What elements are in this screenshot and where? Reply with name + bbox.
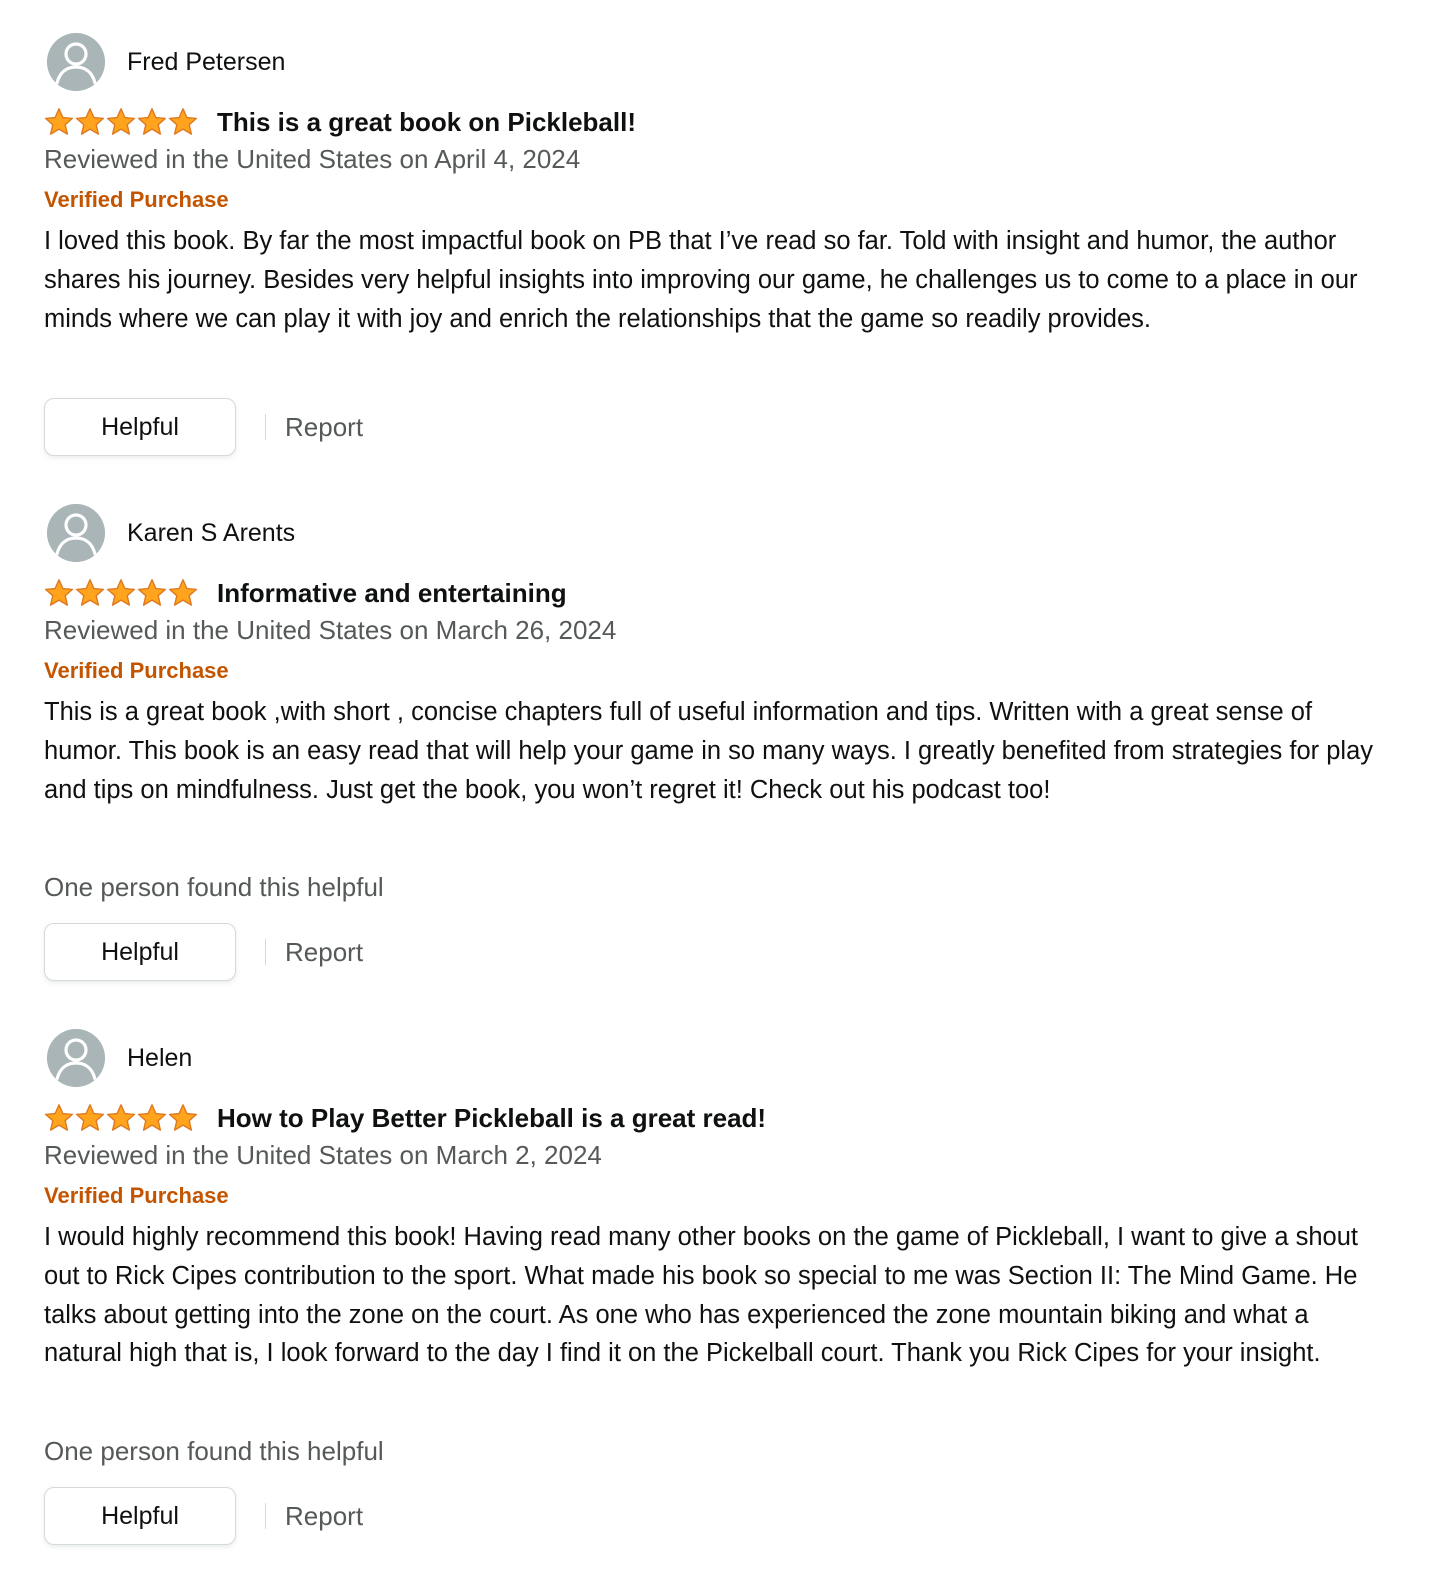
action-divider [265,414,266,440]
review-date: Reviewed in the United States on March 2… [44,1140,602,1170]
star-rating[interactable] [44,1100,199,1136]
action-divider [265,939,266,965]
reviewer-profile[interactable]: Fred Petersen [47,32,285,92]
action-divider [265,1503,266,1529]
verified-purchase-badge[interactable]: Verified Purchase [44,658,229,684]
user-silhouette-icon [47,504,105,562]
review-title-row: This is a great book on Pickleball! [44,104,636,140]
verified-purchase-badge[interactable]: Verified Purchase [44,187,229,213]
review-actions: Helpful Report [44,922,363,982]
reviewer-name[interactable]: Karen S Arents [127,519,295,548]
review-title-row: Informative and entertaining [44,575,567,611]
review-title[interactable]: Informative and entertaining [217,578,567,609]
review-title[interactable]: This is a great book on Pickleball! [217,107,636,138]
helpful-button[interactable]: Helpful [44,923,236,981]
star-icon [137,579,167,606]
helpful-count: One person found this helpful [44,872,384,902]
star-icon [44,108,74,135]
helpful-button[interactable]: Helpful [44,398,236,456]
reviewer-profile[interactable]: Helen [47,1028,192,1088]
user-silhouette-icon [47,33,105,91]
report-link[interactable]: Report [285,412,363,443]
star-icon [75,579,105,606]
star-icon [44,1104,74,1131]
report-link[interactable]: Report [285,937,363,968]
user-silhouette-icon [47,1029,105,1087]
star-icon [168,1104,198,1131]
review-actions: Helpful Report [44,397,363,457]
reviewer-name[interactable]: Fred Petersen [127,48,285,77]
review-title[interactable]: How to Play Better Pickleball is a great… [217,1103,766,1134]
review-date: Reviewed in the United States on March 2… [44,615,617,645]
star-icon [75,1104,105,1131]
review-text: I would highly recommend this book! Havi… [44,1223,1358,1368]
verified-purchase-badge[interactable]: Verified Purchase [44,1183,229,1209]
reviewer-profile[interactable]: Karen S Arents [47,503,295,563]
star-icon [137,108,167,135]
helpful-count: One person found this helpful [44,1436,384,1466]
star-icon [106,108,136,135]
star-icon [75,108,105,135]
review-text: I loved this book. By far the most impac… [44,227,1358,333]
review-actions: Helpful Report [44,1486,363,1546]
star-icon [106,1104,136,1131]
review-title-row: How to Play Better Pickleball is a great… [44,1100,766,1136]
star-icon [168,579,198,606]
star-rating[interactable] [44,104,199,140]
star-icon [106,579,136,606]
report-link[interactable]: Report [285,1501,363,1532]
review-text: This is a great book ,with short , conci… [44,698,1374,804]
reviewer-name[interactable]: Helen [127,1044,192,1073]
helpful-button[interactable]: Helpful [44,1487,236,1545]
star-rating[interactable] [44,575,199,611]
star-icon [137,1104,167,1131]
review-date: Reviewed in the United States on April 4… [44,144,581,174]
star-icon [168,108,198,135]
star-icon [44,579,74,606]
